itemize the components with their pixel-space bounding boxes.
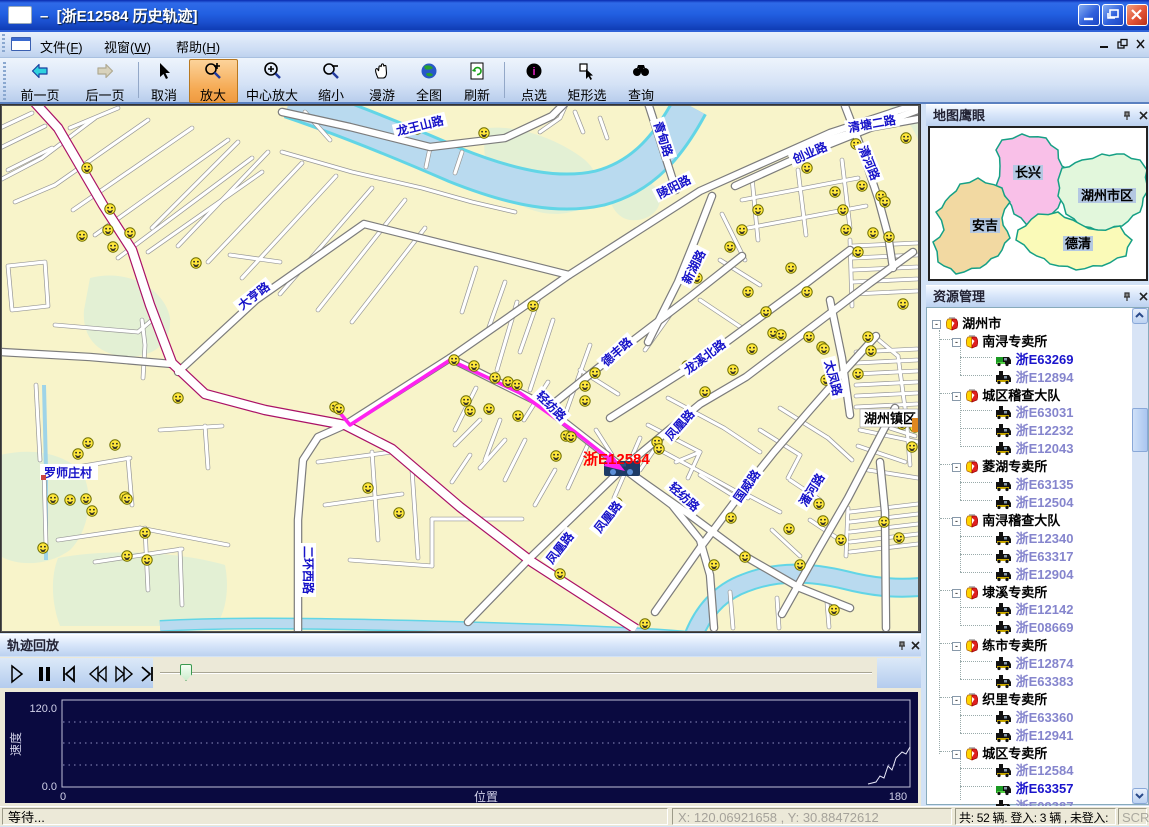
svg-text:浙E12584: 浙E12584 — [583, 450, 650, 468]
svg-text:位置: 位置 — [474, 789, 498, 803]
svg-text:120.0: 120.0 — [29, 703, 57, 715]
svg-text:二环西路: 二环西路 — [301, 546, 316, 595]
svg-text:罗师庄村: 罗师庄村 — [44, 465, 92, 480]
svg-text:安吉: 安吉 — [972, 218, 998, 233]
svg-text:i: i — [532, 66, 535, 78]
svg-text:0: 0 — [60, 791, 66, 803]
svg-text:速度: 速度 — [8, 732, 23, 756]
svg-text:180: 180 — [889, 791, 907, 803]
svg-text:德清: 德清 — [1065, 236, 1091, 251]
svg-text:0.0: 0.0 — [42, 781, 57, 793]
svg-text:湖州市区: 湖州市区 — [1081, 188, 1133, 203]
svg-text:长兴: 长兴 — [1015, 165, 1041, 180]
svg-text:湖州镇区: 湖州镇区 — [864, 411, 916, 426]
